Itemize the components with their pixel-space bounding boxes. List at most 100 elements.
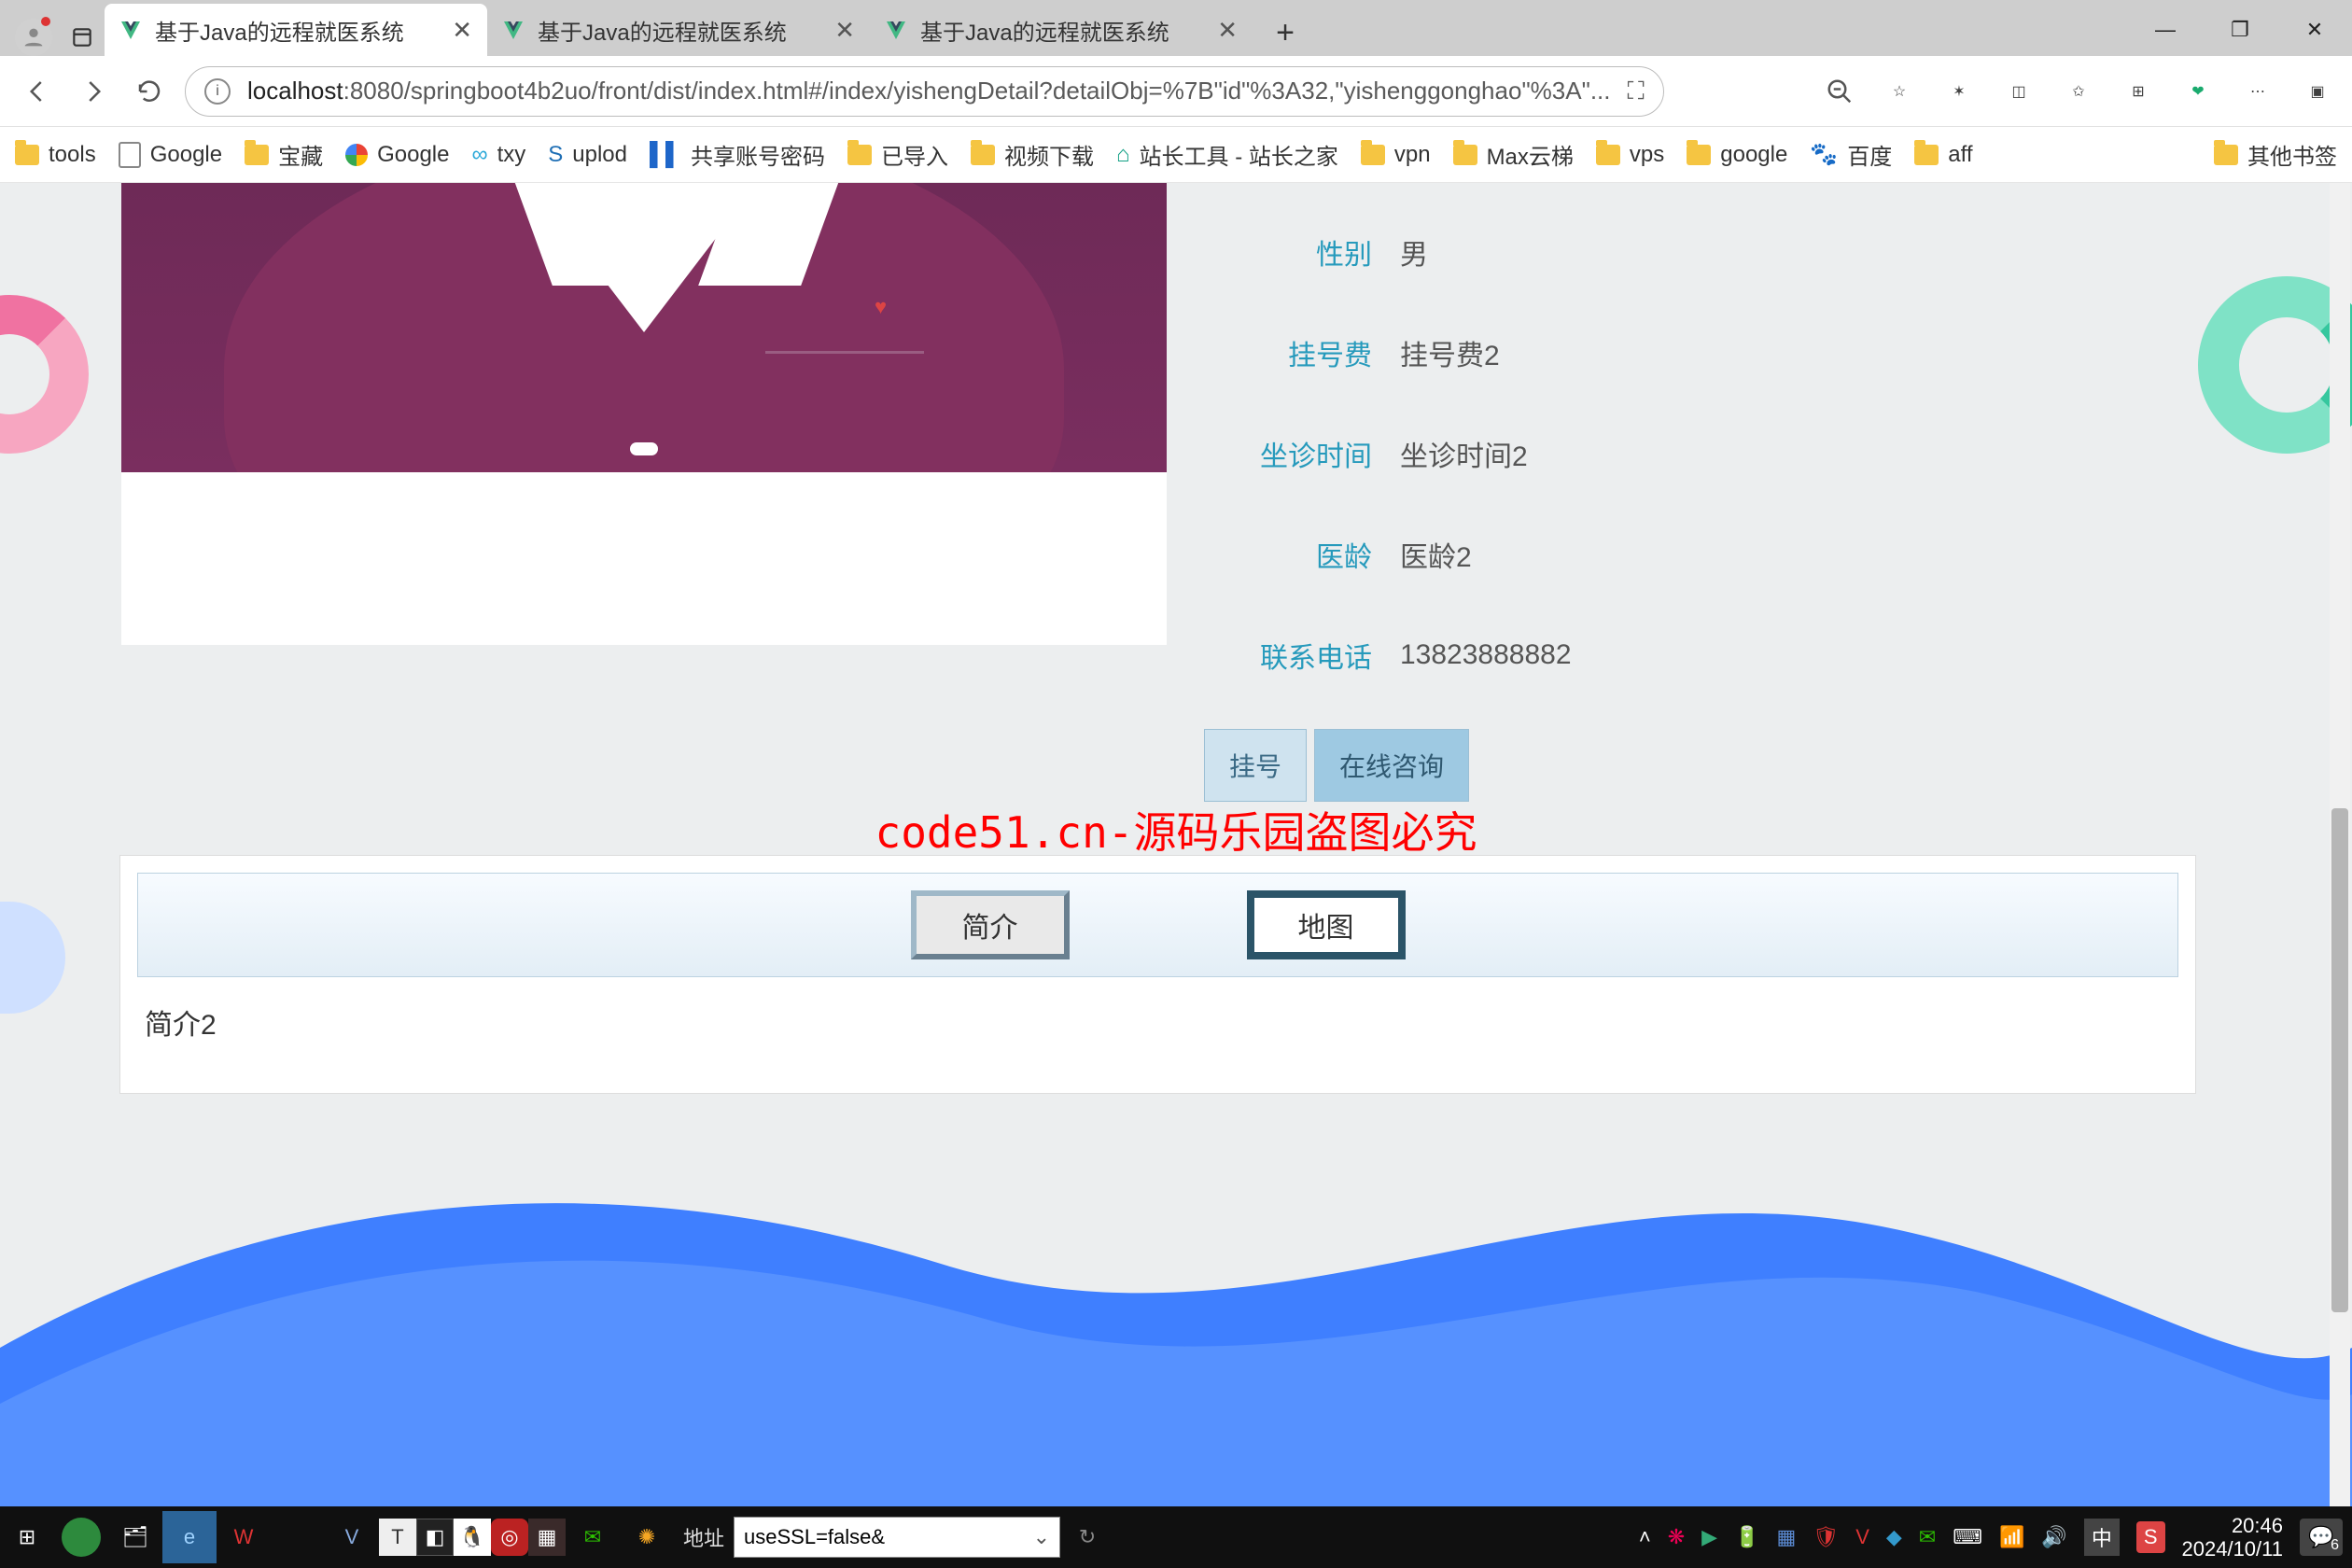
bookmark-label: 百度 — [1847, 138, 1892, 171]
tab-actions-button[interactable] — [63, 19, 101, 56]
refresh-small-icon[interactable]: ↻ — [1060, 1511, 1114, 1563]
tray-icon[interactable]: ❋ — [1668, 1525, 1685, 1549]
url-input[interactable]: i localhost:8080/springboot4b2uo/front/d… — [185, 66, 1664, 117]
close-window-button[interactable]: ✕ — [2277, 4, 2352, 56]
vue-favicon — [119, 19, 142, 41]
browser-tab[interactable]: 基于Java的远程就医系统 ✕ — [105, 4, 487, 56]
close-icon[interactable]: ✕ — [452, 16, 472, 45]
tray-icon[interactable]: 🛡 — [1813, 1525, 1839, 1549]
decoration-ring-pink — [0, 295, 89, 454]
bookmark-label: 宝藏 — [278, 138, 323, 171]
taskbar-app[interactable]: ✺ — [620, 1511, 674, 1563]
bookmark-label: aff — [1948, 142, 1972, 168]
taskbar-app[interactable]: W — [217, 1511, 271, 1563]
new-tab-button[interactable]: + — [1262, 9, 1309, 56]
tray-icon[interactable]: ▶ — [1701, 1525, 1717, 1549]
register-button[interactable]: 挂号 — [1204, 729, 1307, 802]
file-explorer-icon[interactable]: 🗂 — [108, 1511, 162, 1563]
browser-tab[interactable]: 基于Java的远程就医系统 ✕ — [487, 4, 870, 56]
vue-favicon — [502, 19, 525, 41]
close-icon[interactable]: ✕ — [834, 16, 855, 45]
titlebar: 基于Java的远程就医系统 ✕ 基于Java的远程就医系统 ✕ 基于Java的远… — [0, 0, 2352, 56]
tray-icon[interactable]: V — [1855, 1525, 1869, 1549]
taskbar-app[interactable]: V — [325, 1511, 379, 1563]
ime-icon[interactable]: S — [2136, 1521, 2165, 1553]
split-icon[interactable]: ◫ — [2001, 74, 2037, 109]
scrollbar-thumb[interactable] — [2331, 808, 2348, 1312]
close-icon[interactable]: ✕ — [1217, 16, 1238, 45]
bookmark-item[interactable]: 视频下载 — [971, 138, 1094, 171]
browser-tab[interactable]: 基于Java的远程就医系统 ✕ — [870, 4, 1253, 56]
bookmark-item[interactable]: 宝藏 — [245, 138, 323, 171]
start-button[interactable]: ⊞ — [0, 1511, 54, 1563]
notifications-button[interactable]: 💬6 — [2300, 1519, 2343, 1556]
taskbar-app[interactable] — [62, 1518, 101, 1557]
tray-chevron-up-icon[interactable]: ˄ — [1639, 1525, 1651, 1549]
tray-icon[interactable]: 🔋 — [1734, 1525, 1759, 1549]
bookmark-overflow[interactable]: 其他书签 — [2214, 138, 2337, 171]
field-label: 医龄 — [1204, 534, 1372, 575]
taskbar-app[interactable]: T — [379, 1519, 416, 1556]
bookmark-item[interactable]: ∞txy — [471, 142, 525, 168]
edge-icon[interactable]: e — [162, 1511, 217, 1563]
site-info-icon[interactable]: i — [204, 78, 231, 105]
bookmark-item[interactable]: ▌▌共享账号密码 — [650, 138, 825, 171]
sidebar-toggle-icon[interactable]: ▣ — [2300, 74, 2335, 109]
consult-button[interactable]: 在线咨询 — [1314, 729, 1469, 802]
minimize-button[interactable]: ― — [2128, 4, 2203, 56]
folder-icon — [245, 145, 269, 165]
reader-icon[interactable]: ⛶ — [1628, 77, 1645, 106]
flag-icon: ▌▌ — [650, 142, 681, 168]
taskbar-url-field[interactable]: useSSL=false& ⌄ — [734, 1517, 1060, 1558]
carousel-indicator[interactable] — [630, 442, 658, 455]
field-label: 坐诊时间 — [1204, 433, 1372, 474]
bookmark-item[interactable]: ⌂站长工具 - 站长之家 — [1116, 138, 1338, 171]
bookmark-item[interactable]: vpn — [1361, 142, 1431, 168]
taskbar-app[interactable]: ▦ — [528, 1519, 566, 1556]
chrome-icon[interactable] — [271, 1511, 325, 1563]
reload-button[interactable] — [129, 71, 170, 112]
tab-intro[interactable]: 简介 — [911, 890, 1070, 959]
tray-icon[interactable]: ◆ — [1886, 1525, 1902, 1549]
bookmark-item[interactable]: Google — [345, 142, 449, 168]
extensions-icon[interactable]: ✶ — [1941, 74, 1977, 109]
wechat-icon[interactable]: ✉ — [566, 1511, 620, 1563]
tab-map[interactable]: 地图 — [1247, 890, 1406, 959]
tray-icon[interactable]: ✉ — [1919, 1525, 1936, 1549]
bookmark-item[interactable]: aff — [1914, 142, 1972, 168]
bookmark-item[interactable]: tools — [15, 142, 96, 168]
favorite-icon[interactable]: ☆ — [1882, 74, 1917, 109]
bookmark-item[interactable]: 已导入 — [847, 138, 948, 171]
info-row: 医龄医龄2 — [1204, 504, 2007, 605]
detail-tabs: 简介 地图 — [137, 873, 2178, 977]
bookmark-item[interactable]: vps — [1596, 142, 1664, 168]
ime-indicator[interactable]: 中 — [2084, 1519, 2120, 1556]
bookmark-item[interactable]: Max云梯 — [1453, 138, 1574, 171]
taskbar-app[interactable]: ◧ — [416, 1519, 454, 1556]
folder-icon — [1687, 145, 1711, 165]
taskbar-app[interactable]: 🐧 — [454, 1519, 491, 1556]
bookmark-item[interactable]: Ѕuplod — [548, 142, 627, 168]
bookmark-item[interactable]: 🐾百度 — [1810, 138, 1892, 171]
info-row: 性别男 — [1204, 202, 2007, 302]
forward-button[interactable] — [73, 71, 114, 112]
more-icon[interactable]: ⋯ — [2240, 74, 2275, 109]
tray-icon[interactable]: ▦ — [1776, 1525, 1796, 1549]
favorites-list-icon[interactable]: ✩ — [2061, 74, 2096, 109]
bookmark-item[interactable]: google — [1687, 142, 1787, 168]
chevron-down-icon[interactable]: ⌄ — [1033, 1525, 1050, 1549]
bookmark-label: 已导入 — [881, 138, 948, 171]
tray-icon[interactable]: 🔊 — [2041, 1525, 2066, 1549]
taskbar-app[interactable]: ◎ — [491, 1519, 528, 1556]
tray-icon[interactable]: ⌨ — [1953, 1525, 1982, 1549]
heart-icon[interactable]: ❤ — [2180, 74, 2216, 109]
scrollbar[interactable] — [2330, 183, 2350, 1506]
zoom-icon[interactable] — [1822, 74, 1857, 109]
bookmark-item[interactable]: Google — [119, 142, 222, 168]
tab-title: 基于Java的远程就医系统 — [538, 14, 787, 47]
tray-icon[interactable]: 📶 — [1999, 1525, 2024, 1549]
back-button[interactable] — [17, 71, 58, 112]
maximize-button[interactable]: ❐ — [2203, 4, 2277, 56]
collections-icon[interactable]: ⊞ — [2121, 74, 2156, 109]
clock[interactable]: 20:46 2024/10/11 — [2182, 1514, 2283, 1561]
